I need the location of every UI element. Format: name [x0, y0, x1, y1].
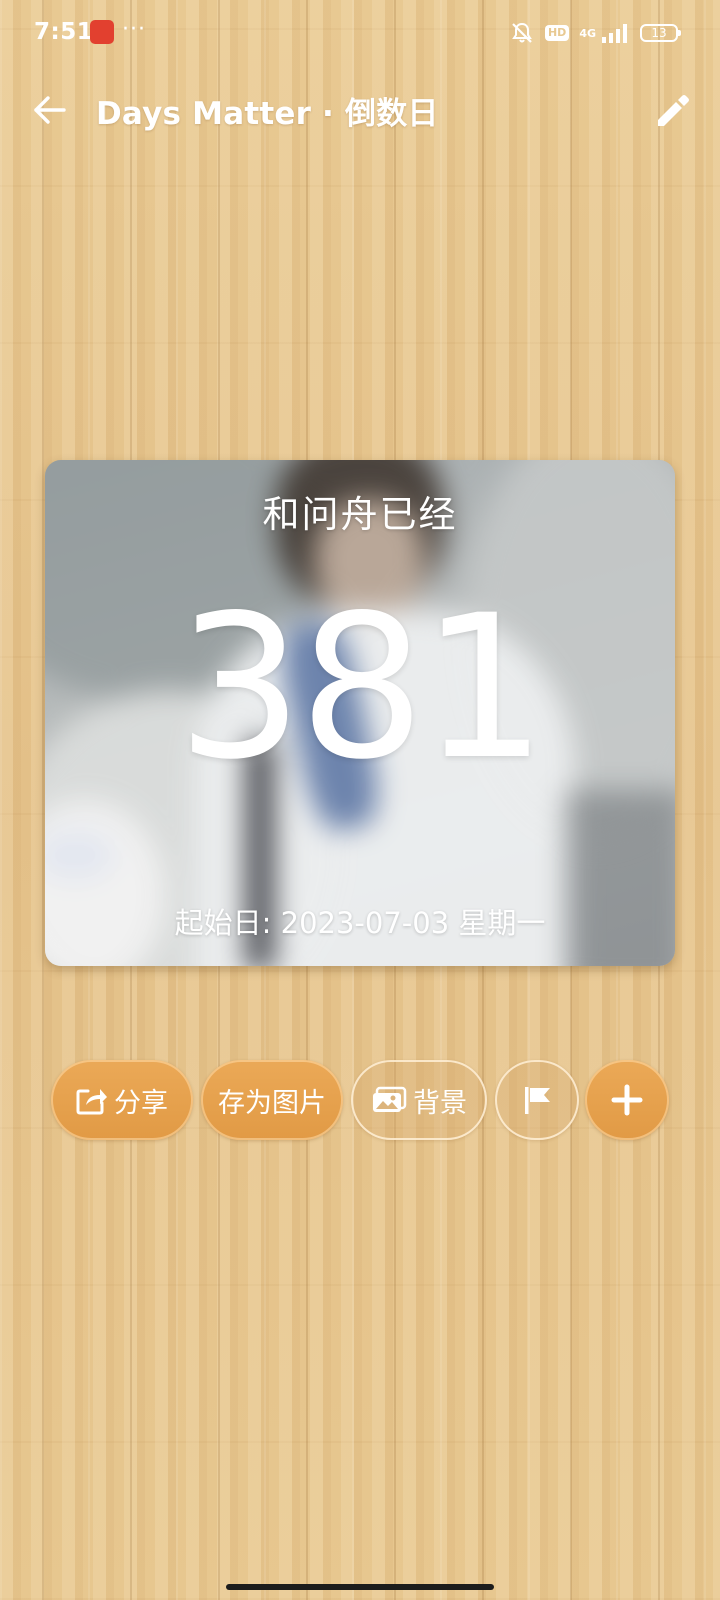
countdown-card[interactable]: 和问舟已经 381 起始日: 2023-07-03 星期一	[45, 460, 675, 966]
save-image-button[interactable]: 存为图片	[201, 1060, 343, 1140]
flag-button[interactable]	[495, 1060, 579, 1140]
edit-button[interactable]	[648, 86, 696, 134]
image-icon	[371, 1086, 407, 1114]
status-icons: HD 4G 13	[509, 18, 681, 48]
add-button[interactable]	[585, 1060, 669, 1140]
signal-icon	[602, 24, 627, 43]
back-button[interactable]	[26, 86, 74, 134]
network-type: 4G	[579, 26, 596, 40]
arrow-left-icon	[34, 96, 66, 124]
pencil-icon	[658, 95, 689, 126]
plus-icon	[609, 1082, 645, 1118]
hd-badge: HD	[544, 25, 570, 41]
home-indicator[interactable]	[226, 1584, 494, 1590]
background-button[interactable]: 背景	[351, 1060, 487, 1140]
save-image-label: 存为图片	[218, 1087, 326, 1119]
day-count: 381	[177, 572, 547, 803]
app-bar: Days Matter · 倒数日	[0, 70, 720, 150]
start-date: 起始日: 2023-07-03 星期一	[174, 906, 546, 940]
status-bar: 7:51 ··· HD 4G 13	[0, 0, 720, 66]
status-time: 7:51	[34, 19, 94, 45]
background-label: 背景	[413, 1087, 467, 1119]
page-title: Days Matter · 倒数日	[96, 96, 439, 132]
battery-icon: 13	[640, 24, 681, 42]
more-notifications-icon: ···	[122, 17, 146, 42]
share-label: 分享	[114, 1087, 168, 1119]
mute-icon	[512, 22, 532, 43]
flag-icon	[520, 1084, 554, 1116]
event-title: 和问舟已经	[262, 493, 458, 536]
action-row: 分享 存为图片 背景	[51, 1060, 691, 1140]
share-button[interactable]: 分享	[51, 1060, 193, 1140]
share-icon	[76, 1085, 108, 1115]
app-notification-icon	[90, 20, 114, 44]
